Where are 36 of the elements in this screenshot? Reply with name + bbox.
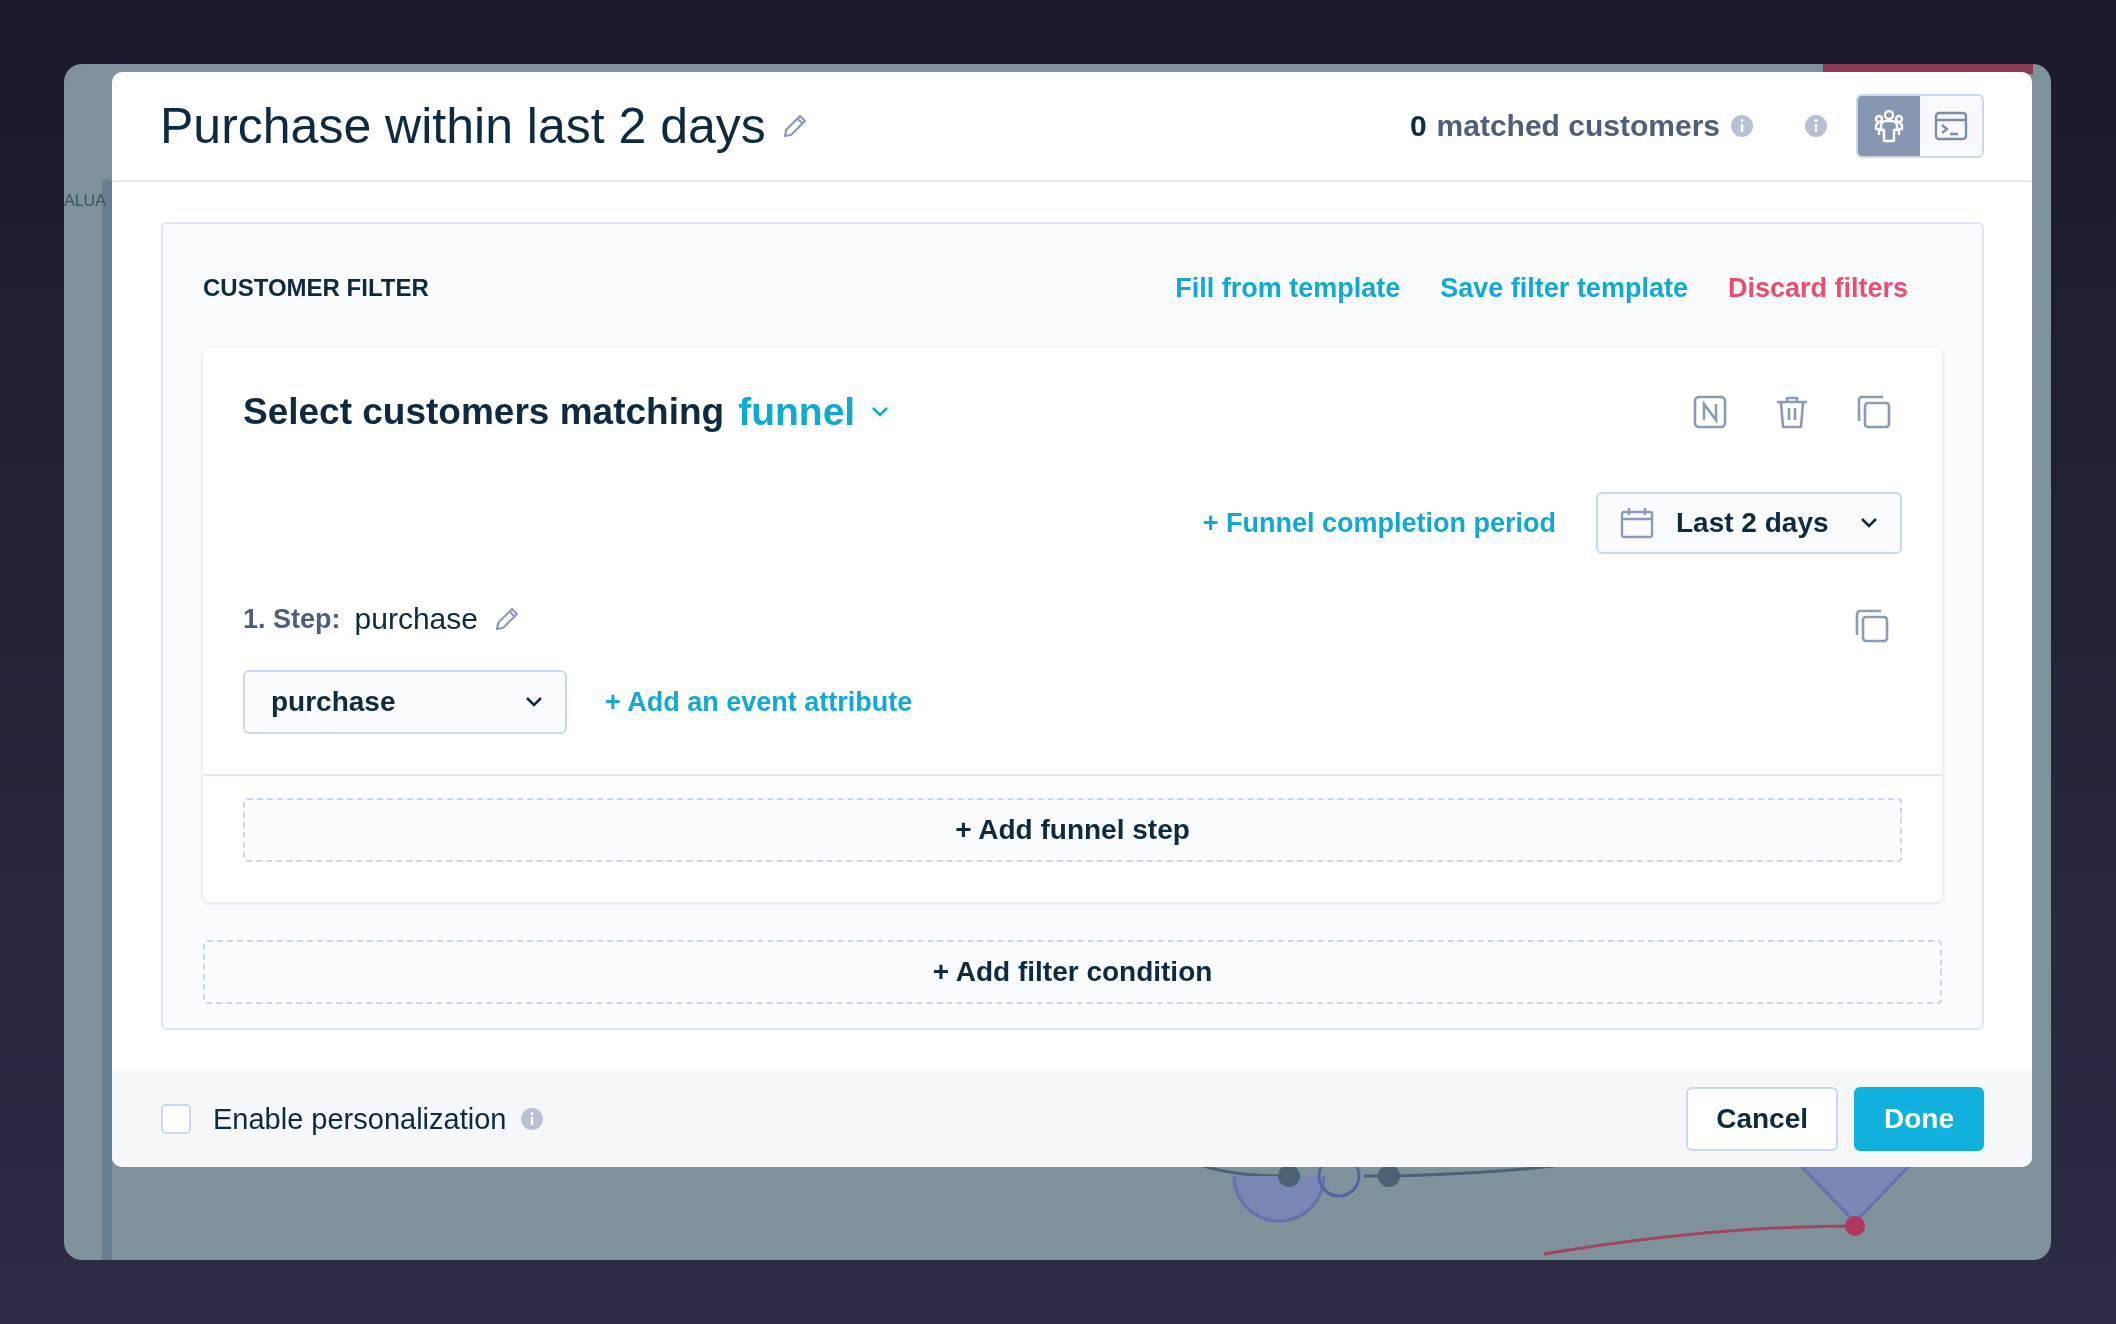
completion-period-link[interactable]: + Funnel completion period	[1202, 507, 1556, 539]
matched-label: matched customers	[1436, 109, 1720, 143]
side-label: ALUA	[64, 192, 106, 210]
discard-link[interactable]: Discard filters	[1727, 272, 1908, 304]
chevron-down-icon	[871, 406, 890, 418]
dialog-title: Purchase within last 2 days	[160, 97, 766, 155]
done-button[interactable]: Done	[1854, 1087, 1984, 1151]
chevron-down-icon	[1860, 517, 1878, 529]
audience-view-button[interactable]	[1858, 96, 1920, 156]
add-attribute-link[interactable]: + Add an event attribute	[605, 686, 913, 718]
step-number: 1. Step:	[243, 603, 341, 635]
info-icon[interactable]	[1804, 114, 1828, 138]
info-icon[interactable]	[1730, 114, 1754, 138]
calendar-icon	[1620, 507, 1654, 539]
step-name: purchase	[354, 602, 478, 636]
info-icon[interactable]	[520, 1107, 545, 1131]
trash-icon[interactable]	[1774, 394, 1810, 430]
checkbox[interactable]	[161, 1104, 191, 1134]
mode-dropdown[interactable]: funnel	[738, 390, 890, 434]
terminal-icon	[1934, 111, 1968, 141]
negate-icon[interactable]	[1692, 394, 1728, 430]
condition-label: Select customers matching	[243, 391, 725, 433]
matched-count: 0	[1409, 109, 1427, 143]
add-condition-button[interactable]: + Add filter condition	[203, 940, 1942, 1004]
template-link[interactable]: Fill from template	[1175, 272, 1401, 304]
code-view-button[interactable]	[1920, 96, 1982, 156]
section-heading: CUSTOMER FILTER	[203, 274, 429, 302]
cancel-button[interactable]: Cancel	[1686, 1087, 1838, 1151]
add-step-button[interactable]: + Add funnel step	[243, 798, 1902, 862]
period-dropdown[interactable]: Last 2 days	[1596, 492, 1902, 554]
chevron-down-icon	[525, 696, 543, 708]
checkbox-label: Enable personalization	[213, 1102, 507, 1136]
event-dropdown[interactable]: purchase	[243, 670, 567, 734]
copy-icon[interactable]	[1854, 608, 1890, 644]
copy-icon[interactable]	[1856, 394, 1892, 430]
template-link[interactable]: Save filter template	[1440, 272, 1688, 304]
